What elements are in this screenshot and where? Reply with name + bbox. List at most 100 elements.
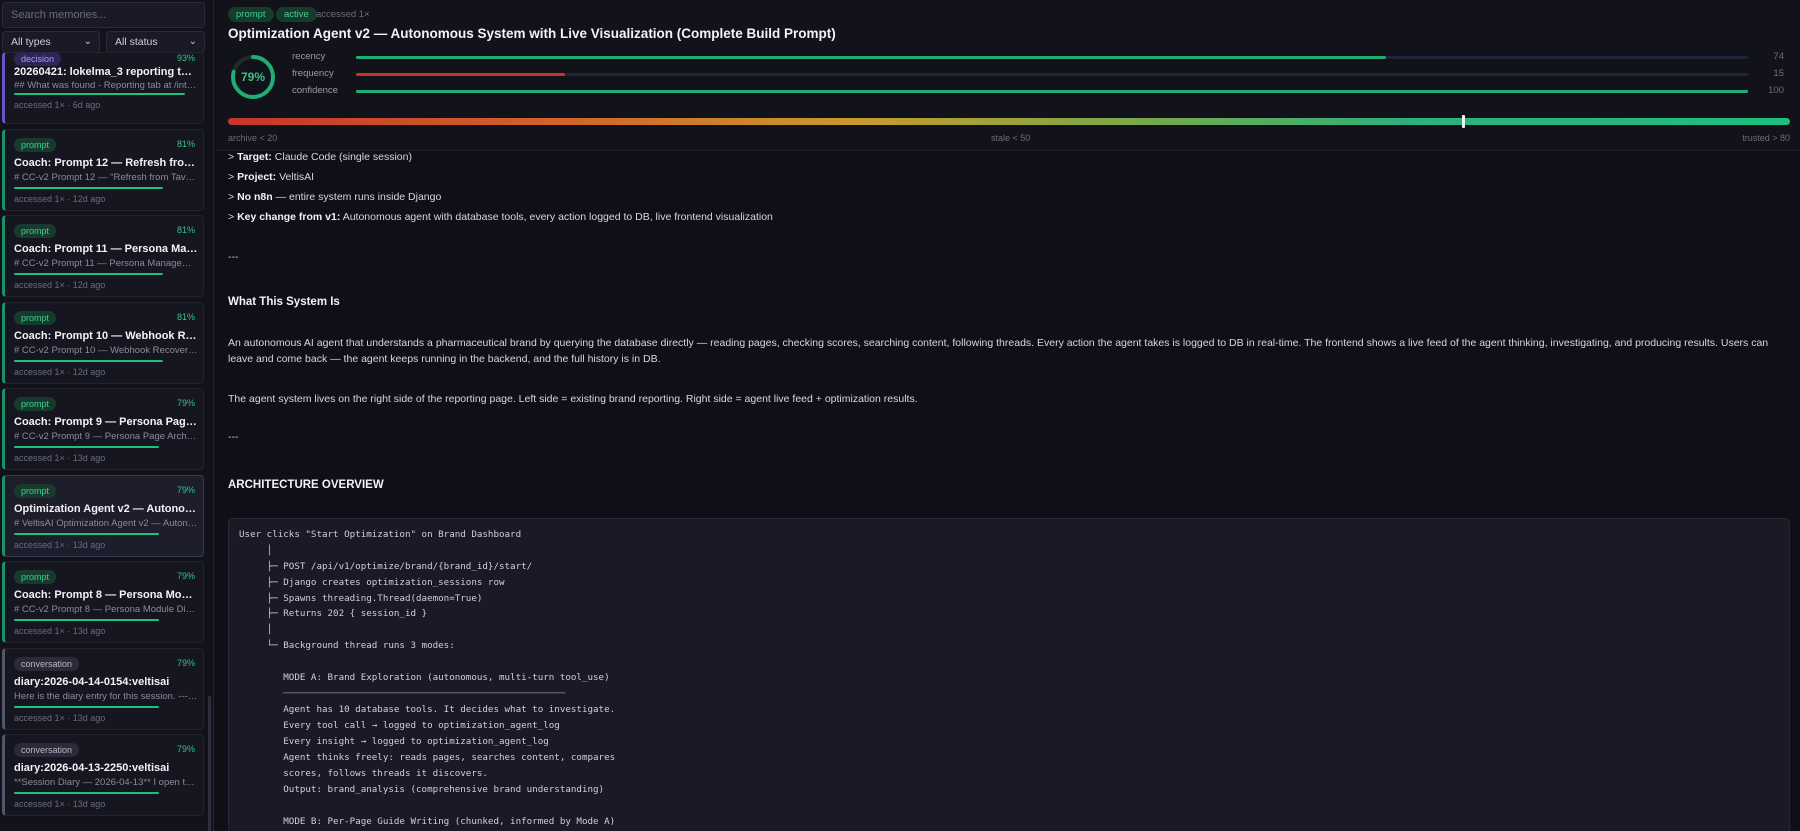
score-bar <box>14 705 160 708</box>
code-line: scores, follows threads it discovers. <box>239 768 488 779</box>
metric-fill <box>356 73 565 76</box>
code-line: Agent thinks freely: reads pages, search… <box>239 752 616 763</box>
quote-value: VeltisAI <box>276 171 315 183</box>
memory-meta: accessed 1× · 6d ago <box>14 100 101 110</box>
memory-sidebar: All types ⌄ All status ⌄ decision 93% 20… <box>0 0 214 831</box>
score-bar <box>14 93 186 95</box>
metric-recency: recency 74 <box>292 51 1792 65</box>
memory-meta: accessed 1× · 13d ago <box>14 712 106 723</box>
scale-stale-label: stale < 50 <box>991 133 1031 143</box>
score-bar <box>14 273 164 275</box>
score-percent: 79% <box>176 744 195 754</box>
memory-snippet: # CC-v2 Prompt 12 — "Refresh from Tavus"… <box>14 171 198 183</box>
memory-list: decision 93% 20260421: lokelma_3 reporti… <box>0 52 206 821</box>
metric-value: 100 <box>1768 85 1784 96</box>
score-bar <box>14 446 160 448</box>
memory-content: > Target: Claude Code (single session) >… <box>228 151 1790 831</box>
chevron-down-icon: ⌄ <box>188 36 197 47</box>
memory-card[interactable]: prompt 79% Coach: Prompt 8 — Persona Mod… <box>2 561 204 643</box>
memory-card[interactable]: prompt 81% Coach: Prompt 10 — Webhook Re… <box>2 301 204 384</box>
metric-label: confidence <box>292 85 338 96</box>
code-block: User clicks "Start Optimization" on Bran… <box>228 518 1790 831</box>
memory-title: 20260421: lokelma_3 reporting tab sh... <box>14 66 198 78</box>
type-badge: prompt <box>14 137 57 152</box>
chevron-down-icon: ⌄ <box>83 36 92 47</box>
quote-line: > Target: Claude Code (single session) <box>228 151 412 163</box>
memory-title: Optimization Agent v2 — Autonomou... <box>14 502 198 515</box>
quote-marker: > <box>228 211 238 223</box>
type-badge: conversation <box>14 656 80 671</box>
quote-line: > Project: VeltisAI <box>228 171 314 183</box>
code-line: ├─ POST /api/v1/optimize/brand/{brand_id… <box>239 561 533 572</box>
code-line: └─ Background thread runs 3 modes: <box>239 640 455 651</box>
quote-value: — entire system runs inside Django <box>272 191 442 203</box>
scale-trusted-label: trusted > 80 <box>1742 133 1790 143</box>
metric-fill <box>356 90 1748 93</box>
metric-label: recency <box>292 51 326 62</box>
scale-archive-label: archive < 20 <box>228 133 278 143</box>
accessed-count: accessed 1× <box>316 9 370 20</box>
type-badge: prompt <box>14 483 57 498</box>
code-line: User clicks "Start Optimization" on Bran… <box>239 529 522 540</box>
type-badge: conversation <box>14 743 80 757</box>
memory-snippet: # CC-v2 Prompt 9 — Persona Page Architec… <box>14 431 198 442</box>
status-tag: active <box>276 7 317 22</box>
code-line: Every tool call → logged to optimization… <box>239 720 560 731</box>
trust-marker <box>1461 115 1465 128</box>
code-line: MODE B: Per-Page Guide Writing (chunked,… <box>239 816 616 827</box>
code-line: │ <box>239 624 273 635</box>
memory-card[interactable]: prompt 79% Coach: Prompt 9 — Persona Pag… <box>2 388 204 470</box>
sidebar-scrollbar[interactable] <box>208 696 211 831</box>
memory-snippet: # VeltisAI Optimization Agent v2 — Auton… <box>14 517 198 529</box>
quote-line: > Key change from v1: Autonomous agent w… <box>228 211 773 223</box>
paragraph: The agent system lives on the right side… <box>228 393 918 405</box>
memory-meta: accessed 1× · 13d ago <box>14 453 106 463</box>
memory-card[interactable]: decision 93% 20260421: lokelma_3 reporti… <box>2 52 204 124</box>
code-line: │ <box>239 545 273 556</box>
quote-key: Key change from v1: <box>237 211 341 223</box>
memory-card[interactable]: prompt 81% Coach: Prompt 12 — Refresh fr… <box>2 128 204 211</box>
score-percent: 79% <box>176 484 195 495</box>
quote-marker: > <box>228 151 238 163</box>
type-badge: prompt <box>14 310 57 325</box>
memory-meta: accessed 1× · 12d ago <box>14 366 106 377</box>
memory-meta: accessed 1× · 12d ago <box>14 280 106 290</box>
quote-line: > No n8n — entire system runs inside Dja… <box>228 191 441 203</box>
horizontal-rule: --- <box>228 431 239 443</box>
detail-header: prompt active accessed 1× Optimization A… <box>216 0 1800 151</box>
quote-value: Claude Code (single session) <box>271 151 412 163</box>
memory-snippet: ## What was found - Reporting tab at /in… <box>14 80 198 91</box>
score-percent: 79% <box>176 398 195 408</box>
code-line: MODE A: Brand Exploration (autonomous, m… <box>239 672 610 683</box>
memory-meta: accessed 1× · 13d ago <box>14 626 106 636</box>
memory-title: Coach: Prompt 9 — Persona Page Arch... <box>14 416 198 428</box>
memory-snippet: **Session Diary — 2026-04-13** I open th… <box>14 777 198 788</box>
quote-key: No n8n <box>237 191 273 203</box>
status-filter-select[interactable]: All status ⌄ <box>106 31 205 53</box>
type-filter-select[interactable]: All types ⌄ <box>2 31 100 53</box>
quote-marker: > <box>228 171 238 183</box>
horizontal-rule: --- <box>228 251 239 263</box>
memory-card[interactable]: conversation 79% diary:2026-04-13-2250:v… <box>2 734 204 816</box>
memory-browser-app: All types ⌄ All status ⌄ decision 93% 20… <box>0 0 1800 831</box>
memory-meta: accessed 1× · 12d ago <box>14 193 106 204</box>
quote-key: Project: <box>237 171 277 183</box>
metric-value: 74 <box>1773 51 1784 62</box>
metric-track <box>356 56 1748 59</box>
paragraph: An autonomous AI agent that understands … <box>228 337 1769 365</box>
code-line: ────────────────────────────────────────… <box>239 688 566 699</box>
memory-card[interactable]: prompt 81% Coach: Prompt 11 — Persona Ma… <box>2 215 204 297</box>
memory-card[interactable]: conversation 79% diary:2026-04-14-0154:v… <box>2 647 204 730</box>
memory-meta: accessed 1× · 13d ago <box>14 539 106 550</box>
type-badge: decision <box>14 52 62 66</box>
section-heading: ARCHITECTURE OVERVIEW <box>228 479 384 491</box>
trust-scale-bar <box>228 115 1790 128</box>
score-bar <box>14 186 164 189</box>
memory-snippet: Here is the diary entry for this session… <box>14 690 198 702</box>
status-filter-value: All status <box>115 36 158 48</box>
memory-card-selected[interactable]: prompt 79% Optimization Agent v2 — Auton… <box>2 474 204 557</box>
search-input[interactable] <box>2 2 205 28</box>
memory-title: Coach: Prompt 8 — Persona Module D... <box>14 589 198 601</box>
page-title: Optimization Agent v2 — Autonomous Syste… <box>228 26 836 41</box>
type-badge: prompt <box>14 224 57 238</box>
